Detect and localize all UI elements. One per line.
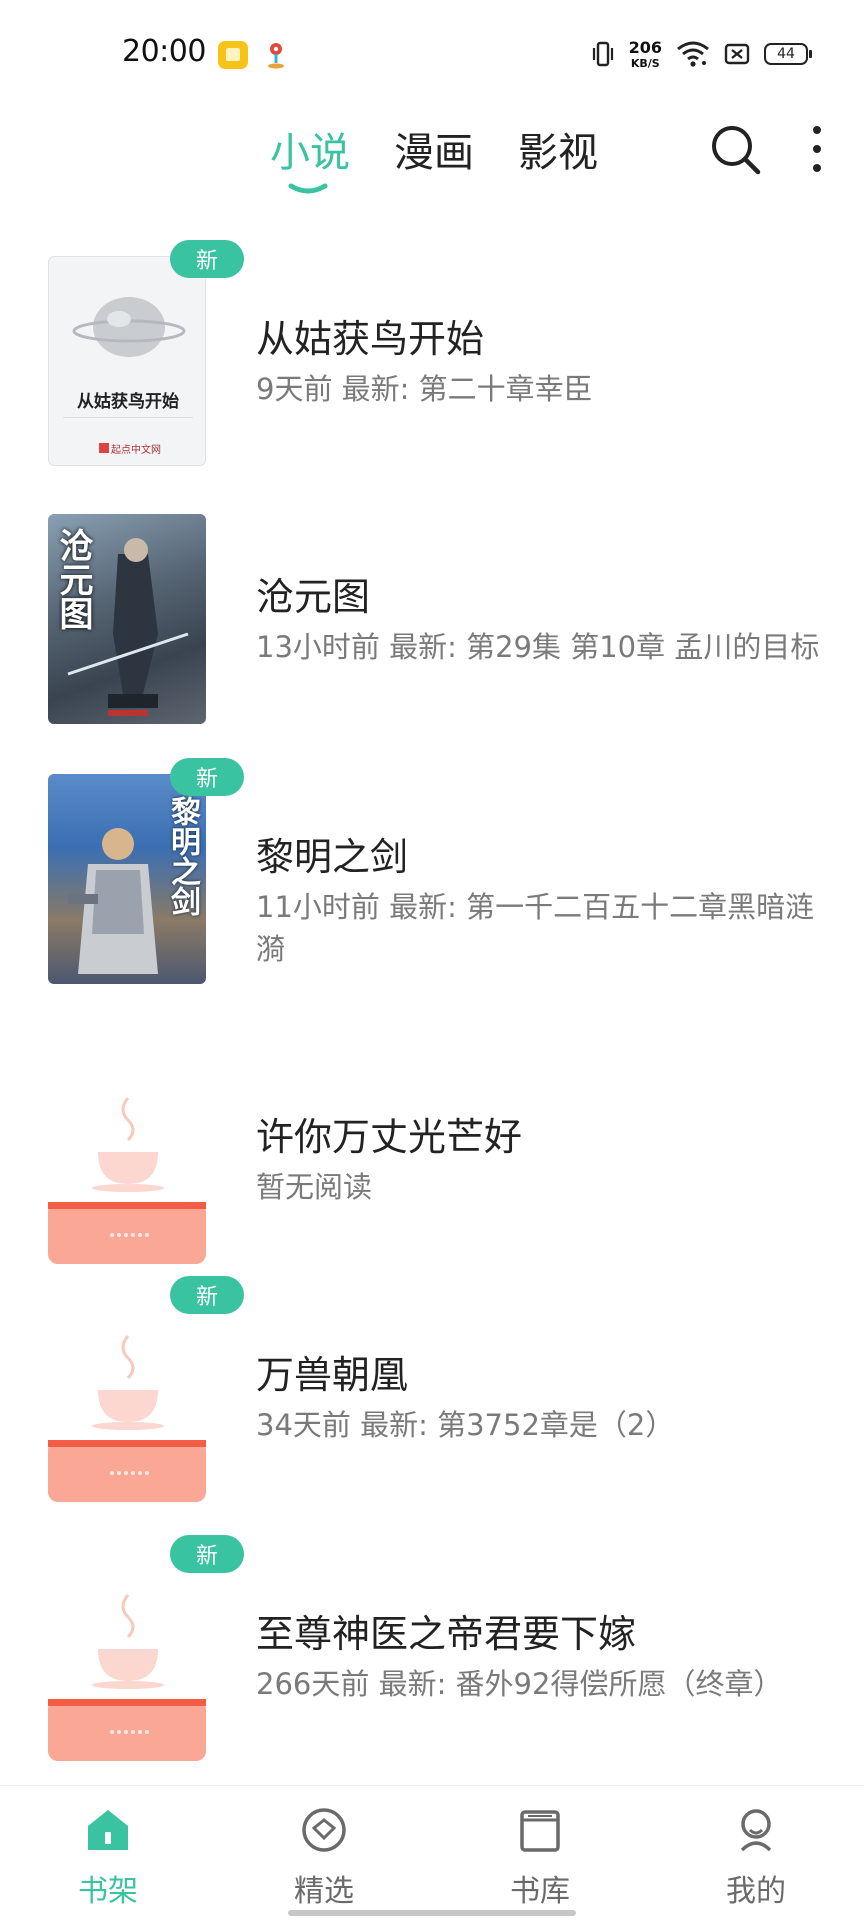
top-tab-bar: 小说 漫画 影视 xyxy=(0,110,864,200)
book-item[interactable]: 新 至尊神医之帝君要下嫁 266天前 最新: 番外92得偿所愿（终章） xyxy=(0,1535,864,1765)
cover-art xyxy=(63,297,193,453)
tab-novel[interactable]: 小说 xyxy=(270,120,350,178)
wifi-icon xyxy=(677,41,709,67)
nav-label: 我的 xyxy=(726,1874,786,1909)
status-time: 20:00 xyxy=(122,34,206,69)
nav-bookshelf[interactable]: 书架 xyxy=(38,1806,178,1916)
book-cover-placeholder xyxy=(48,1292,206,1502)
book-cover-placeholder xyxy=(48,1054,206,1264)
book-latest-update: 266天前 最新: 番外92得偿所愿（终章） xyxy=(256,1667,783,1701)
book-title: 许你万丈光芒好 xyxy=(256,1115,523,1159)
tab-comic[interactable]: 漫画 xyxy=(394,120,474,178)
yellow-app-icon xyxy=(218,41,248,69)
book-title: 从姑获鸟开始 xyxy=(256,317,485,361)
nav-label: 书库 xyxy=(510,1874,570,1909)
library-icon xyxy=(520,1810,560,1852)
book-title: 黎明之剑 xyxy=(256,835,409,879)
bottom-navigation: 书架 精选 书库 我的 xyxy=(0,1785,864,1920)
location-icon xyxy=(268,43,284,69)
book-latest-update: 11小时前 最新: 第一千二百五十二章黑暗涟漪 xyxy=(256,890,815,966)
book-item[interactable]: 从姑获鸟开始 起点中文网 新 从姑获鸟开始 9天前 最新: 第二十章幸臣 xyxy=(0,240,864,470)
more-icon[interactable] xyxy=(805,122,829,176)
vibrate-icon xyxy=(592,41,613,67)
net-speed-unit: KB/S xyxy=(630,56,660,70)
bookshelf-icon xyxy=(88,1810,128,1850)
book-item[interactable]: 沧元图 沧元图 13小时前 最新: 第29集 第10章 孟川的目标 xyxy=(0,498,864,728)
book-title: 万兽朝凰 xyxy=(256,1353,409,1397)
net-speed: 206 KB/S xyxy=(628,37,662,70)
book-cover: 从姑获鸟开始 起点中文网 xyxy=(48,256,206,466)
book-item[interactable]: 黎明之剑 新 黎明之剑 11小时前 最新: 第一千二百五十二章黑暗涟漪 xyxy=(0,758,864,988)
status-bar: 20:00 206 KB/S 44 xyxy=(0,0,864,108)
book-cover: 沧元图 xyxy=(48,514,206,724)
search-icon[interactable] xyxy=(708,122,762,176)
book-title: 沧元图 xyxy=(256,575,371,619)
nav-featured[interactable]: 精选 xyxy=(254,1806,394,1916)
nav-label: 书架 xyxy=(78,1874,138,1909)
new-badge: 新 xyxy=(170,1535,244,1573)
net-speed-value: 206 xyxy=(628,37,662,57)
profile-icon xyxy=(740,1809,772,1852)
book-cover-placeholder xyxy=(48,1551,206,1761)
new-badge: 新 xyxy=(170,240,244,278)
sim-off-icon xyxy=(724,43,750,65)
active-tab-indicator xyxy=(288,183,328,194)
home-indicator[interactable] xyxy=(288,1910,576,1916)
book-latest-update: 9天前 最新: 第二十章幸臣 xyxy=(256,372,593,406)
book-item[interactable]: 新 万兽朝凰 34天前 最新: 第3752章是（2） xyxy=(0,1276,864,1506)
featured-icon xyxy=(302,1808,346,1852)
new-badge: 新 xyxy=(170,1276,244,1314)
cover-title: 从姑获鸟开始 xyxy=(77,392,179,412)
cover-publisher: 起点中文网 xyxy=(111,445,161,456)
teacup-placeholder-icon xyxy=(48,1097,206,1264)
book-cover: 黎明之剑 xyxy=(48,774,206,984)
nav-library[interactable]: 书库 xyxy=(470,1806,610,1916)
nav-profile[interactable]: 我的 xyxy=(686,1806,826,1916)
battery-icon: 44 xyxy=(764,43,812,65)
nav-label: 精选 xyxy=(294,1874,354,1909)
new-badge: 新 xyxy=(170,758,244,796)
book-latest-update: 34天前 最新: 第3752章是（2） xyxy=(256,1408,675,1442)
book-title: 至尊神医之帝君要下嫁 xyxy=(256,1612,637,1656)
teacup-placeholder-icon xyxy=(48,1594,206,1761)
book-item[interactable]: 许你万丈光芒好 暂无阅读 xyxy=(0,1038,864,1268)
cover-title: 黎明之剑 xyxy=(165,796,200,916)
book-latest-update: 13小时前 最新: 第29集 第10章 孟川的目标 xyxy=(256,630,820,664)
battery-level: 44 xyxy=(777,46,795,62)
cover-title: 沧元图 xyxy=(53,528,93,630)
teacup-placeholder-icon xyxy=(48,1335,206,1502)
status-right-group: 206 KB/S 44 xyxy=(591,34,812,74)
tab-video[interactable]: 影视 xyxy=(518,120,598,178)
book-latest-update: 暂无阅读 xyxy=(256,1170,373,1204)
